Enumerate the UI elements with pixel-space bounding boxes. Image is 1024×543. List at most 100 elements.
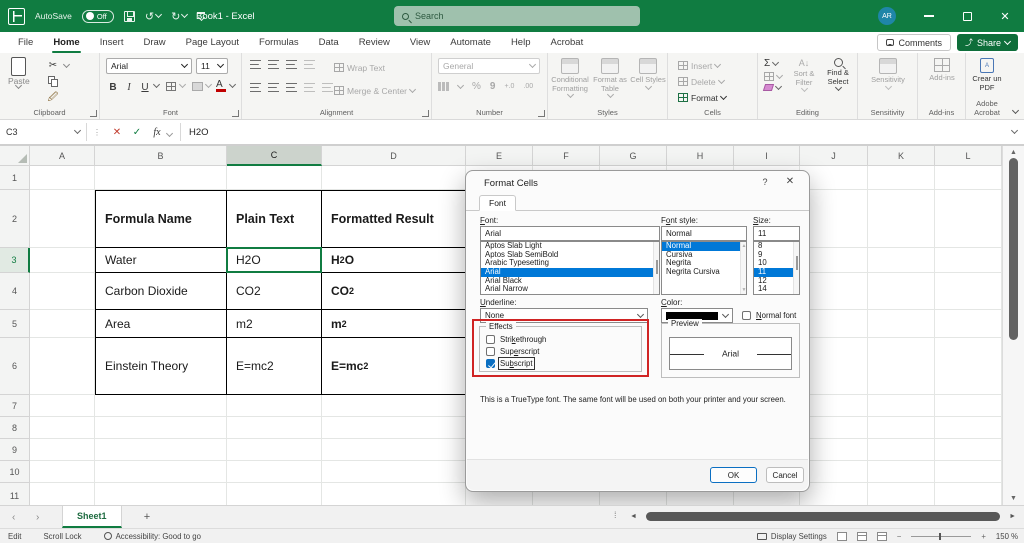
grid-cell[interactable] (868, 166, 935, 190)
row-header-3[interactable]: 3 (0, 248, 30, 273)
italic-button[interactable]: I (122, 80, 136, 94)
column-header-g[interactable]: G (600, 146, 667, 166)
ribbon-tab[interactable]: View (400, 32, 440, 53)
horizontal-scroll-thumb[interactable] (646, 512, 1000, 521)
table-cell[interactable]: Carbon Dioxide (96, 273, 227, 310)
grid-cell[interactable] (30, 166, 95, 190)
row-header-8[interactable]: 8 (0, 417, 30, 439)
grid-cell[interactable] (30, 190, 95, 248)
number-format-combo[interactable]: General (438, 58, 540, 74)
fill-button[interactable] (764, 71, 784, 81)
scrollbar-splitter-icon[interactable]: ⁞ (614, 510, 617, 520)
fill-color-button[interactable] (192, 82, 203, 91)
column-header-j[interactable]: J (800, 146, 868, 166)
font-name-input[interactable]: Arial (480, 226, 660, 241)
insert-function-icon[interactable]: fx (147, 120, 167, 144)
table-cell[interactable]: m2 (227, 310, 322, 338)
grid-cell[interactable] (30, 417, 95, 439)
grid-cell[interactable] (800, 338, 868, 395)
increase-indent-icon[interactable] (322, 83, 333, 92)
orientation-icon[interactable] (304, 60, 315, 69)
scroll-left-icon[interactable]: ◄ (630, 513, 637, 520)
dialog-help-icon[interactable]: ? (759, 177, 771, 187)
style-list-scrollbar[interactable]: ▲ ▼ (740, 242, 746, 294)
delete-cells-button[interactable]: Delete (678, 74, 725, 89)
grid-cell[interactable] (322, 417, 466, 439)
grid-cell[interactable] (30, 338, 95, 395)
grid-cell[interactable] (935, 439, 1002, 461)
grid-cell[interactable] (227, 166, 322, 190)
strikethrough-checkbox[interactable]: Strikethrough (486, 335, 546, 344)
zoom-out-icon[interactable]: − (897, 532, 902, 541)
grid-cell[interactable] (868, 395, 935, 417)
table-cell[interactable]: H2O (322, 248, 465, 273)
ribbon-tab[interactable]: Data (309, 32, 349, 53)
formula-dropdown-icon[interactable] (165, 129, 174, 138)
table-cell[interactable]: E=mc2 (227, 338, 322, 394)
grid-cell[interactable] (868, 310, 935, 338)
underline-button[interactable]: U (138, 80, 152, 94)
table-cell[interactable]: E=mc2 (322, 338, 465, 394)
align-bottom-icon[interactable] (286, 60, 297, 69)
user-avatar[interactable]: AR (878, 7, 896, 25)
grid-cell[interactable] (935, 310, 1002, 338)
autosum-button[interactable]: Σ (764, 58, 782, 69)
grid-cell[interactable] (227, 461, 322, 483)
restore-button[interactable] (948, 0, 986, 32)
grid-cell[interactable] (935, 166, 1002, 190)
font-color-button[interactable]: A (216, 79, 226, 92)
find-select-button[interactable]: Find & Select (820, 53, 856, 92)
grid-cell[interactable] (868, 417, 935, 439)
grid-cell[interactable] (935, 190, 1002, 248)
tab-font[interactable]: Font (479, 195, 517, 211)
align-center-icon[interactable] (268, 83, 279, 92)
column-header-f[interactable]: F (533, 146, 600, 166)
row-header-4[interactable]: 4 (0, 273, 30, 310)
format-cells-button[interactable]: Format (678, 90, 727, 105)
alignment-launcher-icon[interactable] (422, 110, 429, 117)
display-settings-button[interactable]: Display Settings (756, 532, 827, 541)
grid-cell[interactable] (935, 417, 1002, 439)
grid-cell[interactable] (322, 439, 466, 461)
size-list-scrollbar[interactable] (793, 242, 799, 294)
underline-dropdown[interactable]: None (480, 308, 648, 323)
grid-cell[interactable] (95, 461, 227, 483)
column-header-b[interactable]: B (95, 146, 227, 166)
table-cell[interactable]: Einstein Theory (96, 338, 227, 394)
grid-cell[interactable] (800, 395, 868, 417)
align-right-icon[interactable] (286, 83, 297, 92)
ok-button[interactable]: OK (710, 467, 757, 483)
grid-cell[interactable] (322, 166, 466, 190)
add-ins-button[interactable]: Add-ins (920, 53, 964, 83)
grid-cell[interactable] (30, 461, 95, 483)
grid-cell[interactable] (800, 273, 868, 310)
scroll-up-icon[interactable]: ▲ (1010, 149, 1017, 156)
merge-center-button[interactable]: Merge & Center (334, 83, 417, 98)
scroll-right-icon[interactable]: ► (1009, 513, 1016, 520)
row-header-10[interactable]: 10 (0, 461, 30, 483)
row-header-1[interactable]: 1 (0, 166, 30, 190)
grid-cell[interactable] (935, 248, 1002, 273)
font-name-combo[interactable]: Arial (106, 58, 192, 74)
table-header-cell[interactable]: Plain Text (227, 191, 322, 248)
row-header-6[interactable]: 6 (0, 338, 30, 395)
sheet-tab-sheet1[interactable]: Sheet1 (62, 506, 122, 528)
ribbon-tab[interactable]: Insert (90, 32, 134, 53)
font-size-combo[interactable]: 11 (196, 58, 228, 74)
page-break-view-icon[interactable] (876, 531, 887, 541)
grid-cell[interactable] (800, 417, 868, 439)
number-launcher-icon[interactable] (538, 110, 545, 117)
grid-cell[interactable] (800, 190, 868, 248)
redo-button[interactable]: ↻ (171, 10, 189, 23)
grid-cell[interactable] (868, 461, 935, 483)
clipboard-launcher-icon[interactable] (90, 110, 97, 117)
grid-cell[interactable] (935, 273, 1002, 310)
vertical-scroll-thumb[interactable] (1009, 158, 1018, 340)
cell-styles-button[interactable]: Cell Styles (626, 53, 670, 90)
insert-cells-button[interactable]: Insert (678, 58, 722, 73)
column-header-d[interactable]: D (322, 146, 466, 166)
superscript-checkbox[interactable]: Superscript (486, 347, 539, 356)
grid-cell[interactable] (868, 273, 935, 310)
grid-cell[interactable] (800, 310, 868, 338)
save-icon[interactable] (123, 10, 135, 22)
